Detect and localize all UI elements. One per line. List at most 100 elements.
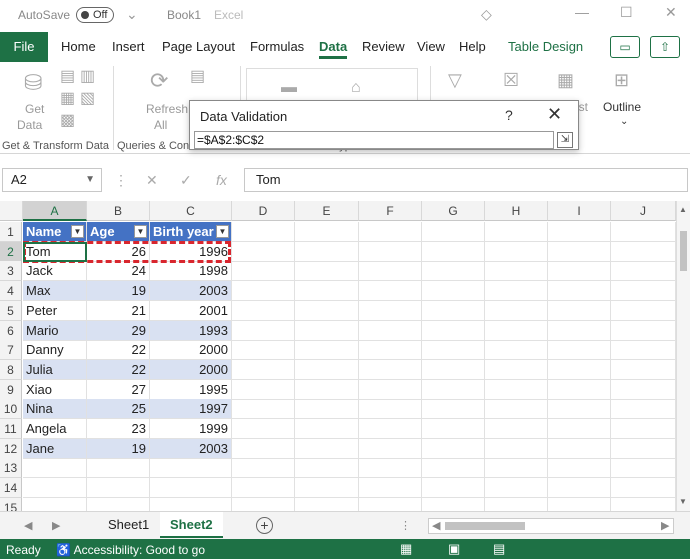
cell[interactable]	[422, 478, 485, 499]
cell[interactable]	[422, 281, 485, 302]
cell[interactable]	[359, 359, 422, 380]
cell[interactable]	[485, 497, 548, 511]
cell[interactable]	[485, 478, 548, 499]
select-all-corner[interactable]	[0, 201, 23, 221]
cell[interactable]: 23	[87, 419, 150, 439]
refresh-icon[interactable]: ⟳	[150, 68, 168, 94]
add-sheet-icon[interactable]: +	[256, 517, 273, 534]
cell[interactable]	[295, 399, 359, 420]
scroll-right-icon[interactable]: ▶	[661, 519, 669, 532]
row-header[interactable]: 11	[0, 419, 22, 439]
filter-dropdown-icon[interactable]: ▼	[134, 225, 147, 238]
tab-insert[interactable]: Insert	[112, 39, 145, 54]
diamond-icon[interactable]: ◇	[481, 6, 492, 23]
cell[interactable]	[548, 438, 611, 459]
column-header[interactable]: I	[548, 201, 611, 221]
cell[interactable]	[422, 241, 485, 262]
cell[interactable]	[485, 241, 548, 262]
get-data-label2[interactable]: Data	[17, 118, 42, 132]
cell[interactable]	[422, 419, 485, 439]
cell[interactable]: 22	[87, 340, 150, 361]
what-if-icon[interactable]: ▦	[557, 70, 574, 91]
geography-icon[interactable]: ⌂	[351, 79, 361, 97]
cell[interactable]	[485, 399, 548, 420]
queries-icon[interactable]: ▤	[190, 66, 205, 86]
cell[interactable]	[422, 340, 485, 361]
tab-sheet2[interactable]: Sheet2	[160, 512, 223, 538]
cell[interactable]: Name ▼	[23, 222, 87, 242]
cell[interactable]	[548, 281, 611, 302]
formula-input[interactable]: Tom	[244, 168, 688, 192]
column-header[interactable]: F	[359, 201, 422, 221]
page-break-view-icon[interactable]: ▤	[493, 541, 505, 557]
expand-dialog-icon[interactable]: ⇲	[557, 132, 573, 148]
cell[interactable]	[548, 458, 611, 479]
cell[interactable]: 21	[87, 300, 150, 321]
cell[interactable]	[232, 458, 295, 479]
cell[interactable]	[150, 497, 232, 511]
cell[interactable]	[295, 359, 359, 380]
tab-table-design[interactable]: Table Design	[508, 39, 583, 54]
cell[interactable]: 27	[87, 379, 150, 400]
cell[interactable]	[23, 478, 87, 499]
get-data-label[interactable]: Get	[25, 102, 44, 116]
cell[interactable]	[232, 419, 295, 439]
cell[interactable]	[485, 261, 548, 282]
cell[interactable]	[611, 281, 676, 302]
cell[interactable]	[485, 419, 548, 439]
cell[interactable]	[611, 379, 676, 400]
next-sheet-icon[interactable]: ▶	[52, 519, 60, 532]
cell[interactable]	[422, 320, 485, 341]
column-header[interactable]: J	[611, 201, 676, 221]
prev-sheet-icon[interactable]: ◀	[24, 519, 32, 532]
cell[interactable]	[548, 399, 611, 420]
help-icon[interactable]: ?	[505, 107, 513, 123]
cell[interactable]: 22	[87, 359, 150, 380]
cell[interactable]	[359, 478, 422, 499]
cell[interactable]	[295, 320, 359, 341]
worksheet-grid[interactable]: A B C D E F G H I J 1 Name ▼ Age ▼ Birth year ▼ 2 Tom 26 199…	[0, 201, 676, 511]
cell[interactable]: 19	[87, 281, 150, 302]
cell[interactable]	[548, 497, 611, 511]
tab-data[interactable]: Data	[319, 39, 348, 59]
cell[interactable]	[485, 359, 548, 380]
cell[interactable]: 1995	[150, 379, 232, 400]
horizontal-scrollbar[interactable]: ◀ ▶	[428, 518, 674, 534]
cell[interactable]	[359, 222, 422, 242]
row-header[interactable]: 7	[0, 340, 22, 361]
cell[interactable]	[611, 340, 676, 361]
cell[interactable]	[359, 379, 422, 400]
cell[interactable]	[232, 497, 295, 511]
cell[interactable]	[485, 458, 548, 479]
cell[interactable]: 25	[87, 399, 150, 420]
cell[interactable]: Nina	[23, 399, 87, 420]
cell[interactable]	[295, 281, 359, 302]
filter-icon[interactable]: ▽	[448, 70, 462, 91]
cell[interactable]	[611, 399, 676, 420]
cancel-icon[interactable]: ✕	[146, 172, 158, 189]
cell[interactable]	[232, 222, 295, 242]
cell[interactable]: Danny	[23, 340, 87, 361]
insert-function-icon[interactable]: fx	[216, 172, 227, 188]
cell[interactable]: Mario	[23, 320, 87, 341]
cell[interactable]: 29	[87, 320, 150, 341]
cell[interactable]	[295, 497, 359, 511]
column-header[interactable]: H	[485, 201, 548, 221]
cell[interactable]: Julia	[23, 359, 87, 380]
cell[interactable]: Age ▼	[87, 222, 150, 242]
cell[interactable]	[295, 340, 359, 361]
outline-label[interactable]: Outline	[603, 100, 641, 114]
scroll-thumb[interactable]	[680, 231, 687, 271]
row-header[interactable]: 3	[0, 261, 22, 282]
cell[interactable]	[232, 320, 295, 341]
data-tools-icon[interactable]: ☒	[503, 70, 519, 91]
filter-dropdown-icon[interactable]: ▼	[71, 225, 84, 238]
cell[interactable]	[611, 497, 676, 511]
cell[interactable]	[359, 241, 422, 262]
cell[interactable]	[232, 281, 295, 302]
tab-review[interactable]: Review	[362, 39, 405, 54]
cell[interactable]: 1993	[150, 320, 232, 341]
cell[interactable]	[232, 241, 295, 262]
row-header[interactable]: 4	[0, 281, 22, 302]
more-options-icon[interactable]: ⋮	[114, 172, 128, 189]
